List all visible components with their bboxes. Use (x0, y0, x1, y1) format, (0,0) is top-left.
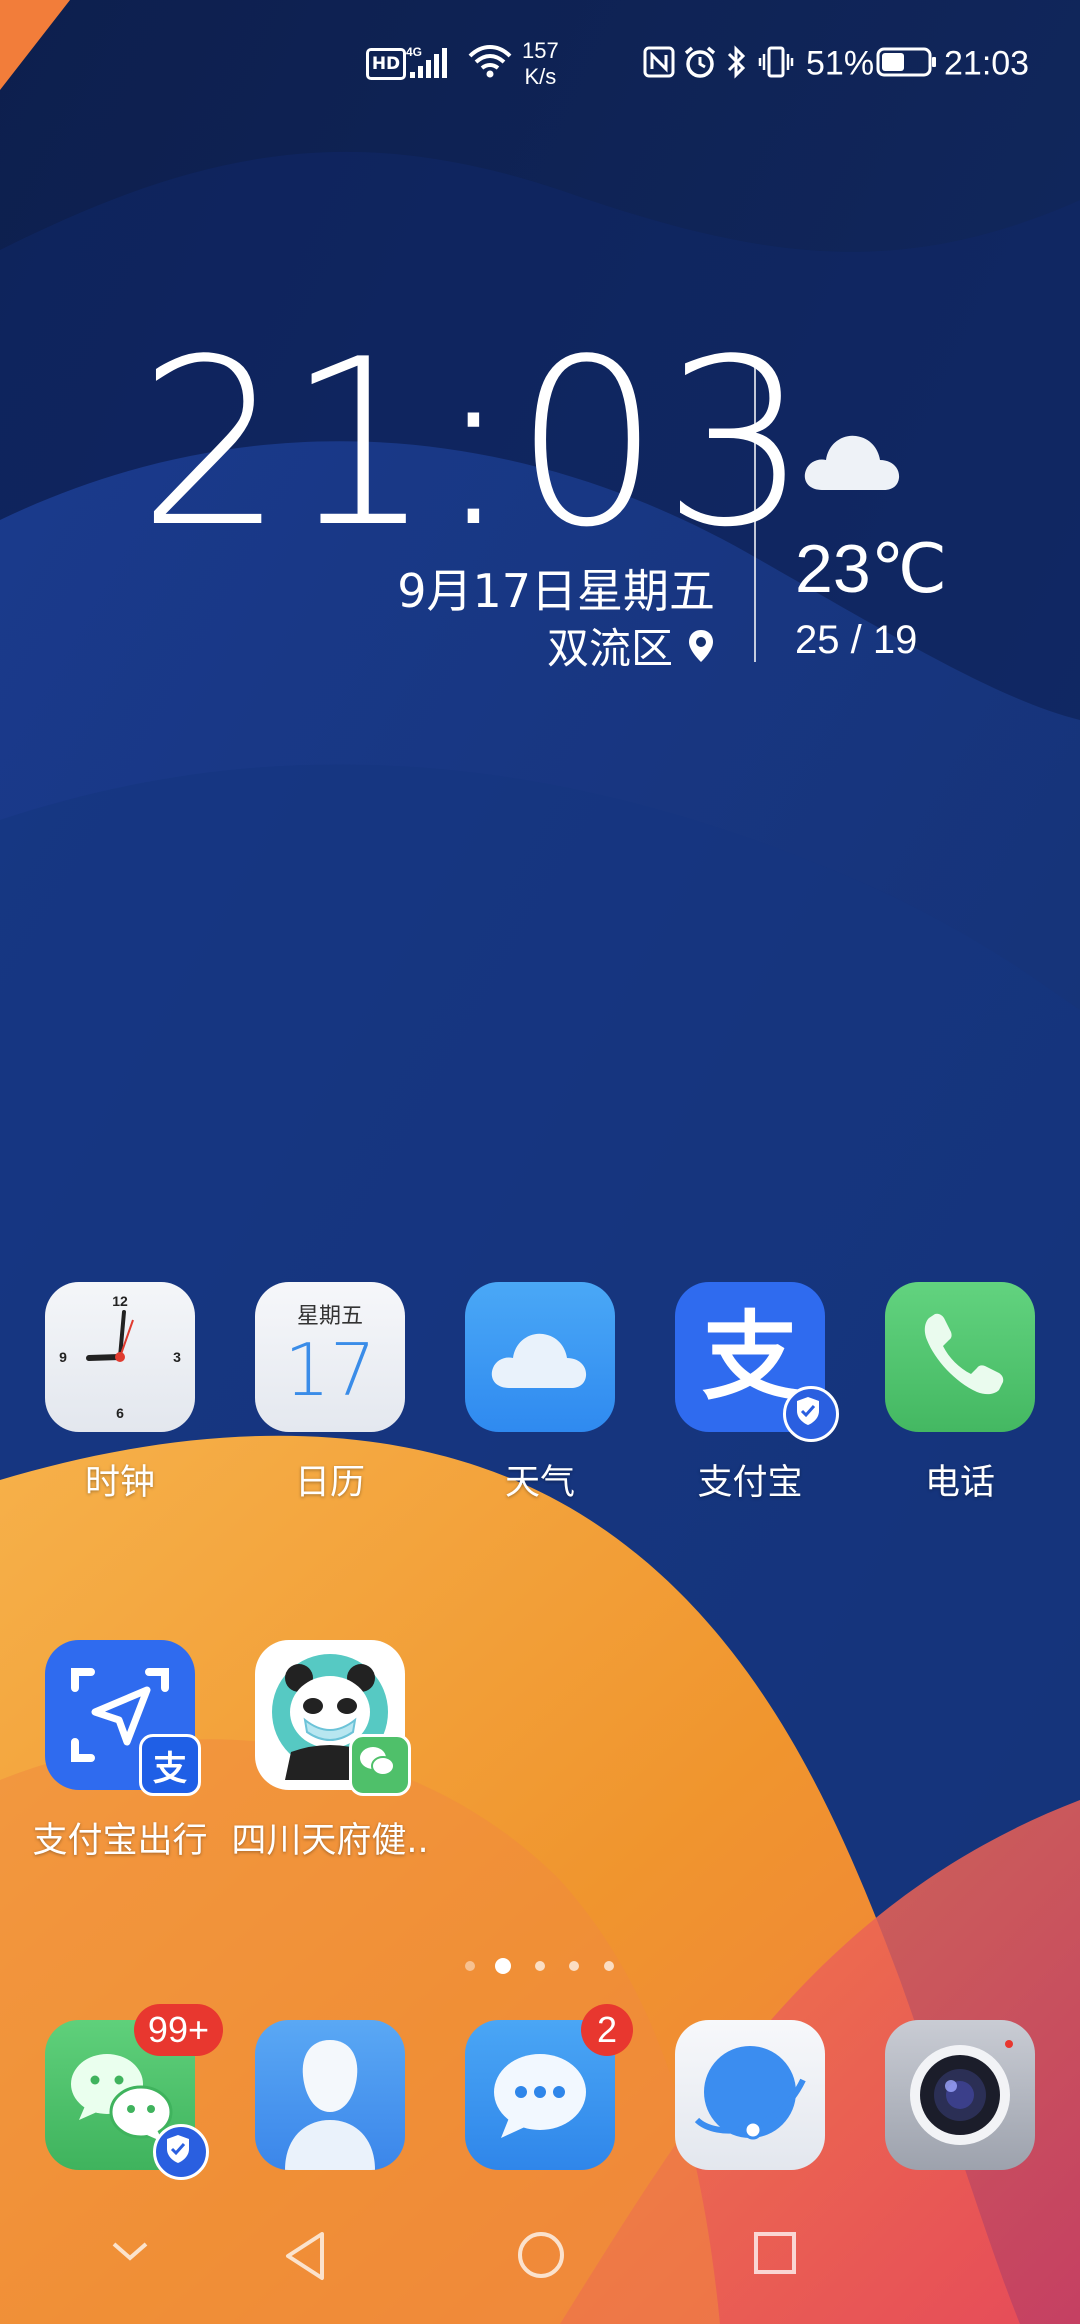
app-label: 时钟 (84, 1463, 155, 1503)
dock-messages[interactable]: 2 (435, 2004, 645, 2170)
alipay-mini-badge-icon: 支 (139, 1734, 201, 1796)
wechat-mini-badge-icon (349, 1734, 411, 1796)
dock-browser[interactable] (645, 2020, 855, 2170)
app-weather[interactable]: 天气 (435, 1282, 645, 1505)
widget-time: 21:03 (138, 311, 811, 578)
calendar-weekday: 星期五 (296, 1304, 363, 1329)
location-label: 双流区 (546, 624, 673, 673)
page-dot-current[interactable] (495, 1958, 511, 1974)
contacts-icon[interactable] (255, 2020, 405, 2170)
status-time: 21:03 (944, 44, 1030, 83)
shield-badge-icon (783, 1386, 839, 1442)
shield-badge-icon (153, 2124, 209, 2180)
browser-icon[interactable] (675, 2020, 825, 2170)
app-alipay[interactable]: 支 支付宝 (645, 1282, 855, 1505)
back-icon[interactable] (282, 2230, 328, 2286)
app-label: 天气 (504, 1463, 575, 1503)
app-tianfu-health[interactable]: 四川天府健.. (225, 1640, 435, 1863)
cloud-icon (800, 428, 902, 498)
camera-icon[interactable] (885, 2020, 1035, 2170)
dock-camera[interactable] (855, 2020, 1065, 2170)
wechat-icon[interactable]: 99+ (45, 2004, 223, 2180)
app-clock[interactable]: 12 3 6 9 时钟 (15, 1282, 225, 1505)
calendar-icon[interactable]: 星期五 17 (255, 1282, 405, 1432)
battery-icon (876, 45, 938, 83)
alipay-icon[interactable]: 支 (675, 1282, 839, 1442)
wifi-icon (466, 44, 514, 84)
battery-percent: 51% (806, 44, 875, 83)
dock-wechat[interactable]: 99+ (15, 2004, 225, 2180)
vibrate-icon (758, 44, 794, 84)
page-indicator[interactable] (0, 1952, 1080, 1982)
clock-icon[interactable]: 12 3 6 9 (45, 1282, 195, 1432)
app-label: 日历 (294, 1463, 365, 1503)
page-dot[interactable] (535, 1961, 545, 1971)
status-bar: HD 4G 157 K/s 51% 21:03 (0, 0, 1080, 130)
page-dot[interactable] (604, 1961, 614, 1971)
bluetooth-icon (724, 44, 750, 84)
location-pin-icon (689, 629, 713, 662)
svg-text:4G: 4G (406, 45, 422, 59)
nfc-icon (642, 45, 676, 83)
phone-icon[interactable] (885, 1282, 1035, 1432)
calendar-day: 17 (284, 1328, 376, 1412)
unread-badge: 2 (581, 2004, 633, 2056)
app-phone[interactable]: 电话 (855, 1282, 1065, 1505)
weather-icon[interactable] (465, 1282, 615, 1432)
app-calendar[interactable]: 星期五 17 日历 (225, 1282, 435, 1505)
clock-weather-widget[interactable]: 21:03 9月17日星期五 双流区 23℃ 25 / 19 (0, 330, 1080, 680)
hd-badge: HD (366, 48, 406, 80)
svg-text:9: 9 (59, 1349, 67, 1365)
messages-icon[interactable]: 2 (465, 2004, 633, 2170)
widget-date: 9月17日星期五 (397, 564, 715, 618)
alarm-icon (682, 44, 718, 84)
unread-badge: 99+ (133, 2004, 223, 2056)
tianfu-health-icon[interactable] (255, 1640, 411, 1796)
app-alipay-travel[interactable]: 支 支付宝出行 (15, 1640, 225, 1863)
network-speed: 157 K/s (522, 38, 559, 89)
recents-icon[interactable] (752, 2230, 798, 2280)
app-label: 四川天府健.. (231, 1821, 429, 1861)
collapse-icon[interactable] (108, 2230, 152, 2278)
app-label: 支付宝出行 (32, 1821, 208, 1861)
svg-text:12: 12 (112, 1293, 128, 1309)
temperature-range: 25 / 19 (795, 618, 918, 662)
current-temperature: 23℃ (795, 531, 948, 607)
app-label: 支付宝 (697, 1463, 803, 1503)
page-dot-search[interactable] (465, 1961, 475, 1971)
widget-divider (754, 362, 756, 662)
app-label: 电话 (924, 1463, 995, 1503)
widget-location: 双流区 (547, 615, 715, 676)
signal-icon: 4G (406, 44, 460, 84)
alipay-travel-icon[interactable]: 支 (45, 1640, 201, 1796)
svg-text:6: 6 (116, 1405, 124, 1421)
page-dot[interactable] (569, 1961, 579, 1971)
navigation-bar (0, 2210, 1080, 2324)
svg-text:3: 3 (173, 1349, 181, 1365)
dock-contacts[interactable] (225, 2020, 435, 2170)
home-icon[interactable] (516, 2230, 566, 2284)
